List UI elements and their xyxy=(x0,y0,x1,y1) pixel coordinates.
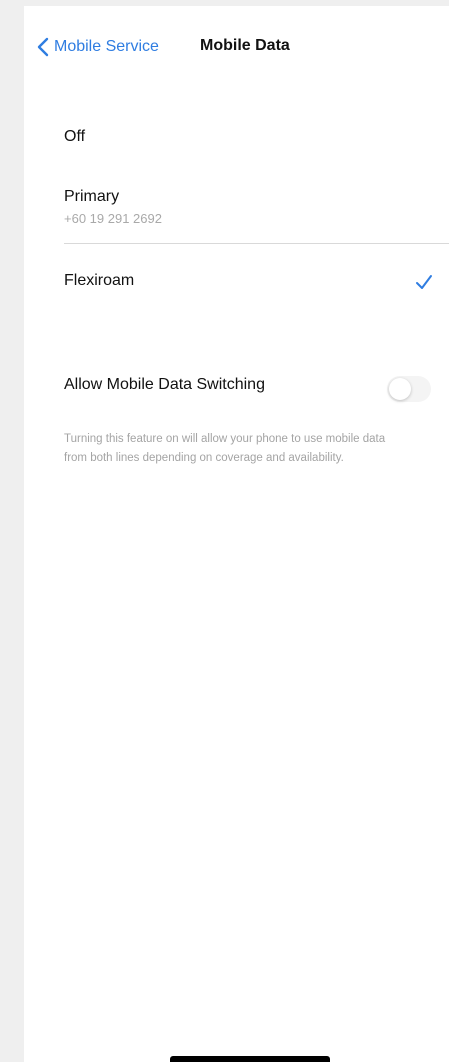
option-flexiroam-label: Flexiroam xyxy=(64,272,135,289)
toggle-knob xyxy=(389,378,411,400)
data-switching-row: Allow Mobile Data Switching xyxy=(64,376,449,406)
navigation-bar: Mobile Service Mobile Data xyxy=(24,34,449,62)
option-primary[interactable]: Primary +60 19 291 2692 xyxy=(64,188,449,244)
page-title: Mobile Data xyxy=(200,37,290,54)
home-indicator[interactable] xyxy=(170,1056,330,1062)
option-off-label: Off xyxy=(64,128,86,145)
settings-screen: Mobile Service Mobile Data Off Primary +… xyxy=(24,6,449,1062)
option-primary-label: Primary xyxy=(64,188,120,205)
list-divider xyxy=(64,243,449,244)
chevron-left-icon xyxy=(37,37,49,57)
data-switching-toggle[interactable] xyxy=(387,376,431,402)
data-switching-footnote: Turning this feature on will allow your … xyxy=(64,433,386,464)
checkmark-icon xyxy=(416,275,432,289)
option-flexiroam[interactable]: Flexiroam xyxy=(64,272,449,302)
back-button[interactable]: Mobile Service xyxy=(36,37,159,57)
option-off[interactable]: Off xyxy=(64,128,449,158)
option-primary-number: +60 19 291 2692 xyxy=(64,211,162,226)
back-button-label: Mobile Service xyxy=(54,38,159,55)
